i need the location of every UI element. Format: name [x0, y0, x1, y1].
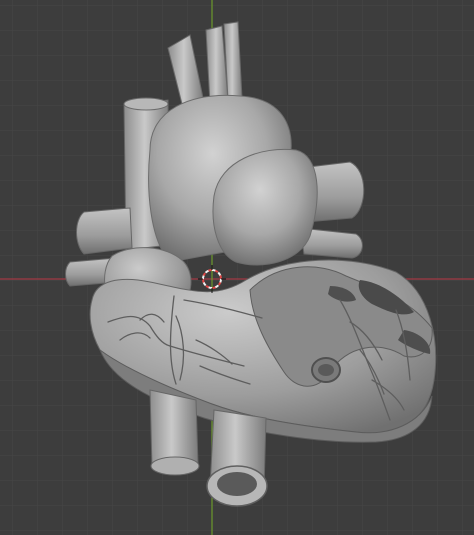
descending-opening-inner: [217, 472, 257, 496]
viewport-canvas[interactable]: [0, 0, 474, 535]
ivc-opening: [150, 456, 200, 476]
left-pulmonary-vein-upper: [76, 207, 133, 255]
left-vena-cava-top: [123, 97, 169, 111]
ivc-vessel: [149, 389, 199, 469]
valve-inner: [318, 364, 334, 376]
3d-viewport[interactable]: [0, 0, 474, 535]
